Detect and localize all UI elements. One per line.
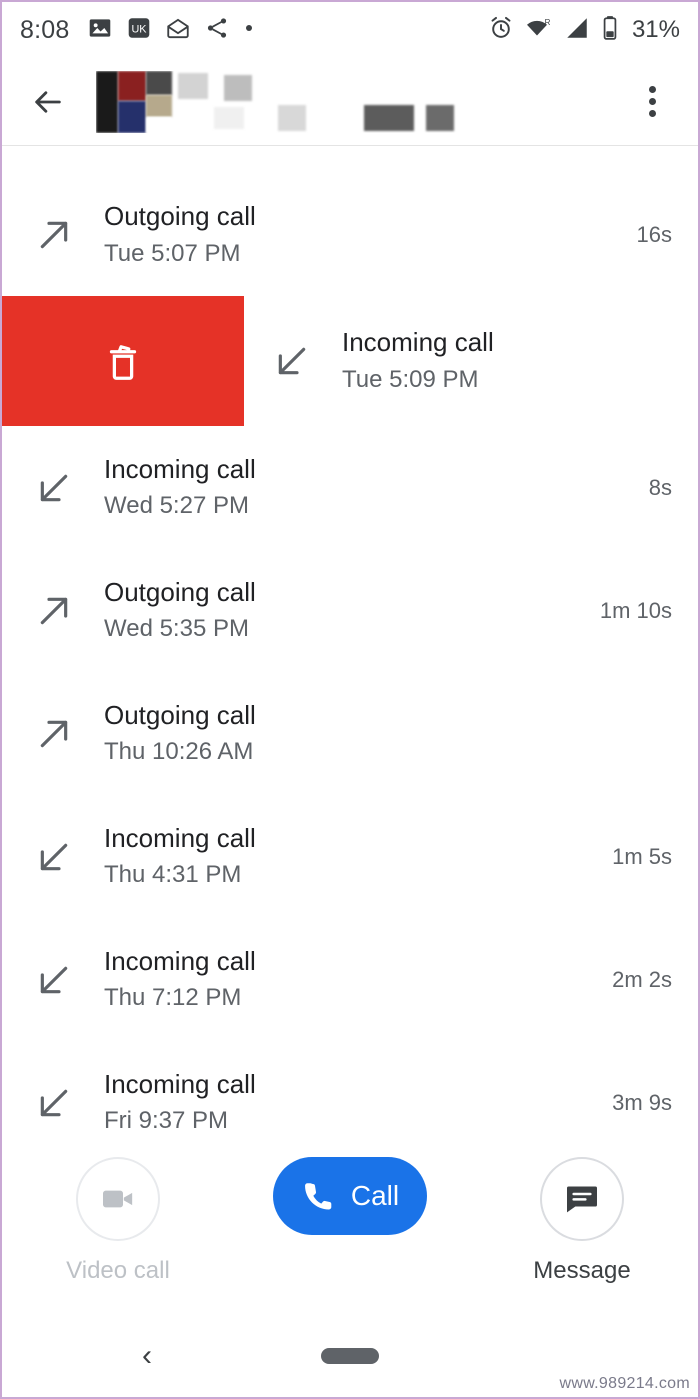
call-time-label: Thu 10:26 AM xyxy=(104,738,254,766)
mail-icon xyxy=(165,15,191,46)
alarm-icon xyxy=(488,15,514,46)
video-camera-icon xyxy=(103,1190,133,1208)
video-call-button[interactable] xyxy=(76,1157,160,1241)
call-history-row[interactable]: Incoming call Thu 7:12 PM 2m 2s xyxy=(2,918,698,1041)
call-type-label: Incoming call xyxy=(104,945,256,976)
call-type-label: Incoming call xyxy=(342,327,494,358)
status-system-icons: R 31% xyxy=(488,15,680,46)
call-history-row[interactable]: Incoming call Fri 9:37 PM 3m 9s xyxy=(2,1041,698,1145)
call-button-label: Call xyxy=(350,1180,400,1211)
call-type-label: Outgoing call xyxy=(104,699,256,730)
call-duration-label: 1m 10s xyxy=(599,597,672,623)
call-time-label: Tue 5:07 PM xyxy=(104,239,241,267)
call-history-row[interactable]: Outgoing call Thu 10:26 AM xyxy=(2,672,698,795)
overflow-dot-icon xyxy=(648,110,656,117)
battery-icon xyxy=(601,15,619,46)
call-details: Incoming call Fri 9:37 PM xyxy=(80,1069,612,1137)
nav-home-pill[interactable] xyxy=(321,1348,379,1364)
call-time-label: Tue 5:09 PM xyxy=(342,365,479,393)
svg-text:R: R xyxy=(545,18,551,27)
watermark: www.989214.com xyxy=(559,1375,690,1392)
nav-back-button[interactable]: ‹ xyxy=(142,1341,152,1371)
incoming-call-arrow-icon xyxy=(28,960,80,1000)
incoming-call-arrow-icon xyxy=(28,1083,80,1123)
phone-screen: 8:08 UK R 31% Outgoing call Tue 5:07 PM … xyxy=(0,0,700,1399)
video-call-action[interactable]: Video call xyxy=(20,1157,216,1285)
app-bar xyxy=(2,58,698,146)
contact-action-bar: Video call Call Message xyxy=(2,1145,698,1315)
message-button[interactable] xyxy=(540,1157,624,1241)
call-duration-label: 1m 5s xyxy=(612,843,672,869)
dot-icon xyxy=(243,21,255,39)
call-history-row[interactable]: Incoming call Thu 4:31 PM 1m 5s xyxy=(2,795,698,918)
outgoing-call-arrow-icon xyxy=(28,591,80,631)
overflow-dot-icon xyxy=(648,98,656,105)
call-details: Incoming call Thu 7:12 PM xyxy=(80,946,612,1014)
call-time-label: Wed 5:27 PM xyxy=(104,492,249,520)
signal-icon xyxy=(564,15,590,46)
call-button[interactable]: Call xyxy=(273,1157,427,1235)
call-duration-label: 16s xyxy=(636,222,672,247)
call-details: Incoming call Thu 4:31 PM xyxy=(80,823,612,891)
outgoing-call-arrow-icon xyxy=(28,714,80,754)
call-duration-label: 2m 2s xyxy=(612,966,672,992)
share-icon xyxy=(204,15,230,46)
call-time-label: Thu 7:12 PM xyxy=(104,984,242,1012)
call-details: Incoming call Tue 5:09 PM xyxy=(318,327,698,395)
call-type-label: Incoming call xyxy=(104,822,256,853)
call-details: Outgoing call Tue 5:07 PM xyxy=(80,201,637,269)
call-history-row[interactable]: Outgoing call Wed 5:35 PM 1m 10s xyxy=(2,549,698,672)
video-call-label: Video call xyxy=(66,1257,170,1284)
image-icon xyxy=(87,15,113,46)
call-type-label: Incoming call xyxy=(104,453,256,484)
message-action[interactable]: Message xyxy=(484,1157,680,1285)
svg-text:UK: UK xyxy=(132,23,148,35)
call-type-label: Outgoing call xyxy=(104,201,256,232)
back-button[interactable] xyxy=(22,76,74,128)
call-history-row[interactable]: Outgoing call Tue 5:07 PM 16s xyxy=(2,146,698,296)
call-history-row-swiped[interactable]: Incoming call Tue 5:09 PM xyxy=(2,296,698,426)
incoming-call-arrow-icon xyxy=(28,837,80,877)
overflow-dot-icon xyxy=(648,86,656,93)
back-arrow-icon xyxy=(35,90,61,113)
outgoing-call-arrow-icon xyxy=(28,215,80,255)
incoming-call-arrow-icon xyxy=(266,341,318,381)
call-details: Outgoing call Thu 10:26 AM xyxy=(80,700,672,768)
status-bar: 8:08 UK R 31% xyxy=(2,2,698,58)
call-time-label: Fri 9:37 PM xyxy=(104,1107,229,1135)
call-time-label: Thu 4:31 PM xyxy=(104,861,242,889)
more-options-button[interactable] xyxy=(626,76,678,128)
app-badge-icon: UK xyxy=(126,15,152,46)
call-type-label: Outgoing call xyxy=(104,576,256,607)
contact-name-blurred xyxy=(96,70,626,133)
trash-icon xyxy=(109,345,137,380)
message-bubble-icon xyxy=(567,1186,597,1213)
wifi-roaming-icon: R xyxy=(525,15,553,46)
call-duration-label: 3m 9s xyxy=(612,1089,672,1115)
call-history-row[interactable]: Incoming call Wed 5:27 PM 8s xyxy=(2,426,698,549)
call-details: Outgoing call Wed 5:35 PM xyxy=(80,577,600,645)
call-history-list: Outgoing call Tue 5:07 PM 16s Incoming c… xyxy=(2,146,698,1145)
battery-percent: 31% xyxy=(631,16,680,43)
incoming-call-arrow-icon xyxy=(28,468,80,508)
message-label: Message xyxy=(533,1257,631,1284)
call-type-label: Incoming call xyxy=(104,1068,256,1099)
call-duration-label: 8s xyxy=(648,474,672,500)
call-details: Incoming call Wed 5:27 PM xyxy=(80,454,649,522)
call-time-label: Wed 5:35 PM xyxy=(104,615,249,643)
status-clock: 8:08 xyxy=(20,15,70,44)
phone-icon xyxy=(304,1183,332,1210)
call-action[interactable]: Call xyxy=(252,1157,448,1235)
status-notification-icons: UK xyxy=(87,15,255,46)
delete-action-background[interactable] xyxy=(2,296,244,426)
swiped-call-content[interactable]: Incoming call Tue 5:09 PM xyxy=(244,296,698,426)
